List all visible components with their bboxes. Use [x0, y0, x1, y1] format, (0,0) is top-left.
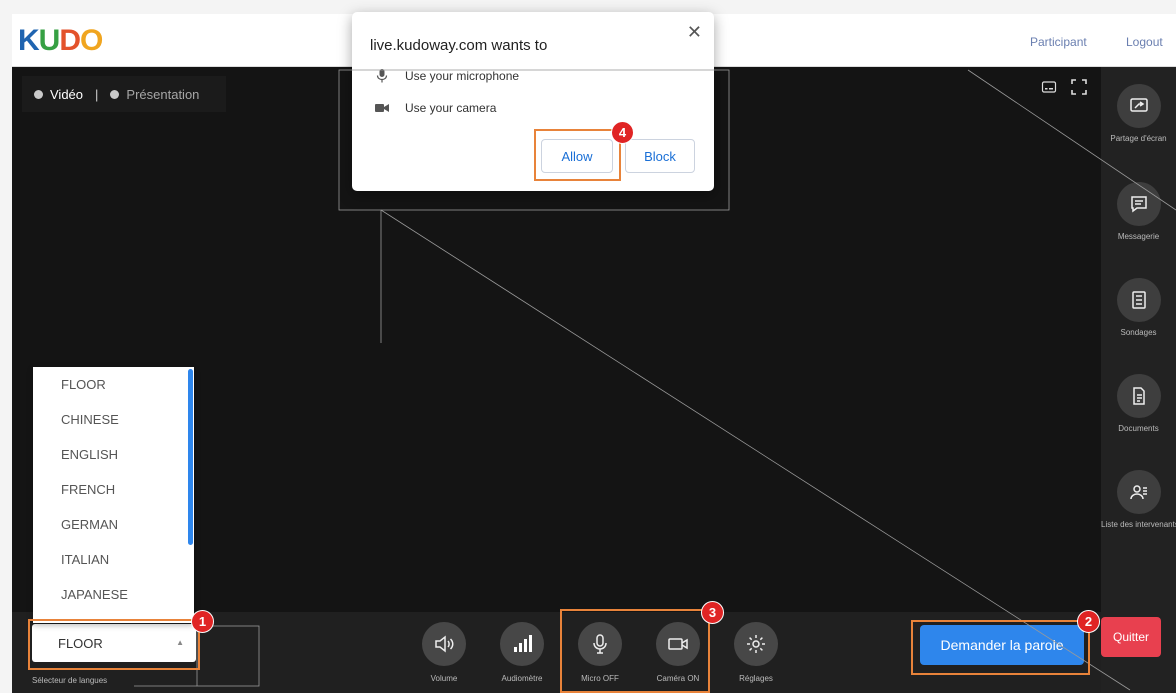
- callout-badge-3: 3: [701, 601, 724, 624]
- volume-icon[interactable]: [422, 622, 466, 666]
- sidebar-label-screen-share: Partage d'écran: [1110, 134, 1167, 143]
- language-option[interactable]: ITALIAN: [33, 542, 194, 577]
- sidebar-item-polls[interactable]: Sondages: [1101, 278, 1176, 337]
- sidebar-item-speakers[interactable]: Liste des intervenants: [1101, 470, 1176, 529]
- audiometer-label: Audiomètre: [501, 674, 543, 683]
- video-toggle[interactable]: Vidéo: [50, 87, 83, 102]
- microphone-control[interactable]: Micro OFF: [570, 622, 630, 683]
- logo-letter-d: D: [59, 24, 81, 57]
- language-option[interactable]: JAPANESE: [33, 577, 194, 612]
- microphone-icon[interactable]: [578, 622, 622, 666]
- fullscreen-icon[interactable]: [1071, 79, 1087, 100]
- sidebar-label-messaging: Messagerie: [1117, 232, 1160, 241]
- camera-label: Caméra ON: [656, 674, 700, 683]
- language-option[interactable]: ENGLISH: [33, 437, 194, 472]
- kudo-logo: KUDO: [18, 24, 103, 58]
- source-toggle: Vidéo | Présentation: [22, 76, 226, 112]
- dropdown-scrollbar[interactable]: [188, 369, 193, 545]
- screen-share-icon[interactable]: [1116, 84, 1161, 128]
- logout-link[interactable]: Logout: [1126, 35, 1163, 49]
- audiometer-control[interactable]: Audiomètre: [492, 622, 552, 683]
- toggle-separator: |: [95, 86, 99, 102]
- language-option[interactable]: FRENCH: [33, 472, 194, 507]
- microphone-label: Micro OFF: [581, 674, 619, 683]
- bottom-bar: FLOOR ▲ Sélecteur de langues Volume Audi…: [12, 612, 1101, 693]
- language-select-label: Sélecteur de langues: [32, 676, 108, 685]
- volume-label: Volume: [430, 674, 458, 683]
- request-floor-button[interactable]: Demander la parole: [920, 625, 1084, 665]
- video-tools: [1041, 79, 1087, 100]
- permission-camera-label: Use your camera: [405, 101, 497, 115]
- sidebar-label-documents: Documents: [1118, 424, 1159, 433]
- camera-icon: [374, 103, 390, 113]
- presentation-dot-icon: [110, 89, 120, 99]
- logo-letter-o: O: [80, 24, 103, 57]
- sidebar-label-speakers: Liste des intervenants: [1101, 520, 1176, 529]
- camera-control[interactable]: Caméra ON: [648, 622, 708, 683]
- permission-camera: Use your camera: [374, 101, 496, 115]
- dialog-title: live.kudoway.com wants to: [370, 37, 548, 54]
- chat-icon[interactable]: [1116, 182, 1161, 226]
- speakers-list-icon[interactable]: [1116, 470, 1161, 514]
- volume-control[interactable]: Volume: [414, 622, 474, 683]
- sidebar-item-messaging[interactable]: Messagerie: [1101, 182, 1176, 241]
- callout-badge-2: 2: [1077, 610, 1100, 633]
- microphone-icon: [374, 69, 390, 83]
- close-icon[interactable]: ✕: [687, 22, 702, 43]
- participant-link[interactable]: Participant: [1030, 35, 1087, 49]
- permission-dialog: live.kudoway.com wants to ✕ Use your mic…: [352, 12, 714, 191]
- logo-letter-u: U: [38, 24, 61, 57]
- language-option[interactable]: GERMAN: [33, 507, 194, 542]
- subtitles-icon[interactable]: [1041, 79, 1057, 100]
- sidebar-label-polls: Sondages: [1120, 328, 1157, 337]
- language-dropdown: FLOOR CHINESE ENGLISH FRENCH GERMAN ITAL…: [33, 367, 194, 623]
- video-dot-icon: [34, 89, 43, 99]
- language-select[interactable]: FLOOR ▲: [32, 624, 196, 662]
- block-button[interactable]: Block: [625, 139, 695, 173]
- quit-button[interactable]: Quitter: [1101, 617, 1161, 657]
- language-select-value: FLOOR: [58, 635, 103, 651]
- logo-letter-k: K: [18, 24, 40, 57]
- document-icon[interactable]: [1116, 374, 1161, 418]
- allow-button[interactable]: Allow: [541, 139, 613, 173]
- sidebar-item-documents[interactable]: Documents: [1101, 374, 1176, 433]
- right-sidebar: Partage d'écran Messagerie Sondages Docu…: [1101, 67, 1176, 693]
- callout-badge-1: 1: [191, 610, 214, 633]
- chevron-up-icon: ▲: [176, 638, 184, 647]
- settings-label: Réglages: [739, 674, 773, 683]
- language-option[interactable]: CHINESE: [33, 402, 194, 437]
- poll-icon[interactable]: [1116, 278, 1161, 322]
- presentation-toggle[interactable]: Présentation: [126, 87, 199, 102]
- gear-icon[interactable]: [734, 622, 778, 666]
- camera-icon[interactable]: [656, 622, 700, 666]
- permission-microphone: Use your microphone: [374, 69, 519, 83]
- sidebar-item-screen-share[interactable]: Partage d'écran: [1101, 84, 1176, 143]
- language-option[interactable]: FLOOR: [33, 367, 194, 402]
- audiometer-icon[interactable]: [500, 622, 544, 666]
- settings-control[interactable]: Réglages: [726, 622, 786, 683]
- permission-microphone-label: Use your microphone: [405, 69, 520, 83]
- callout-badge-4: 4: [611, 121, 634, 144]
